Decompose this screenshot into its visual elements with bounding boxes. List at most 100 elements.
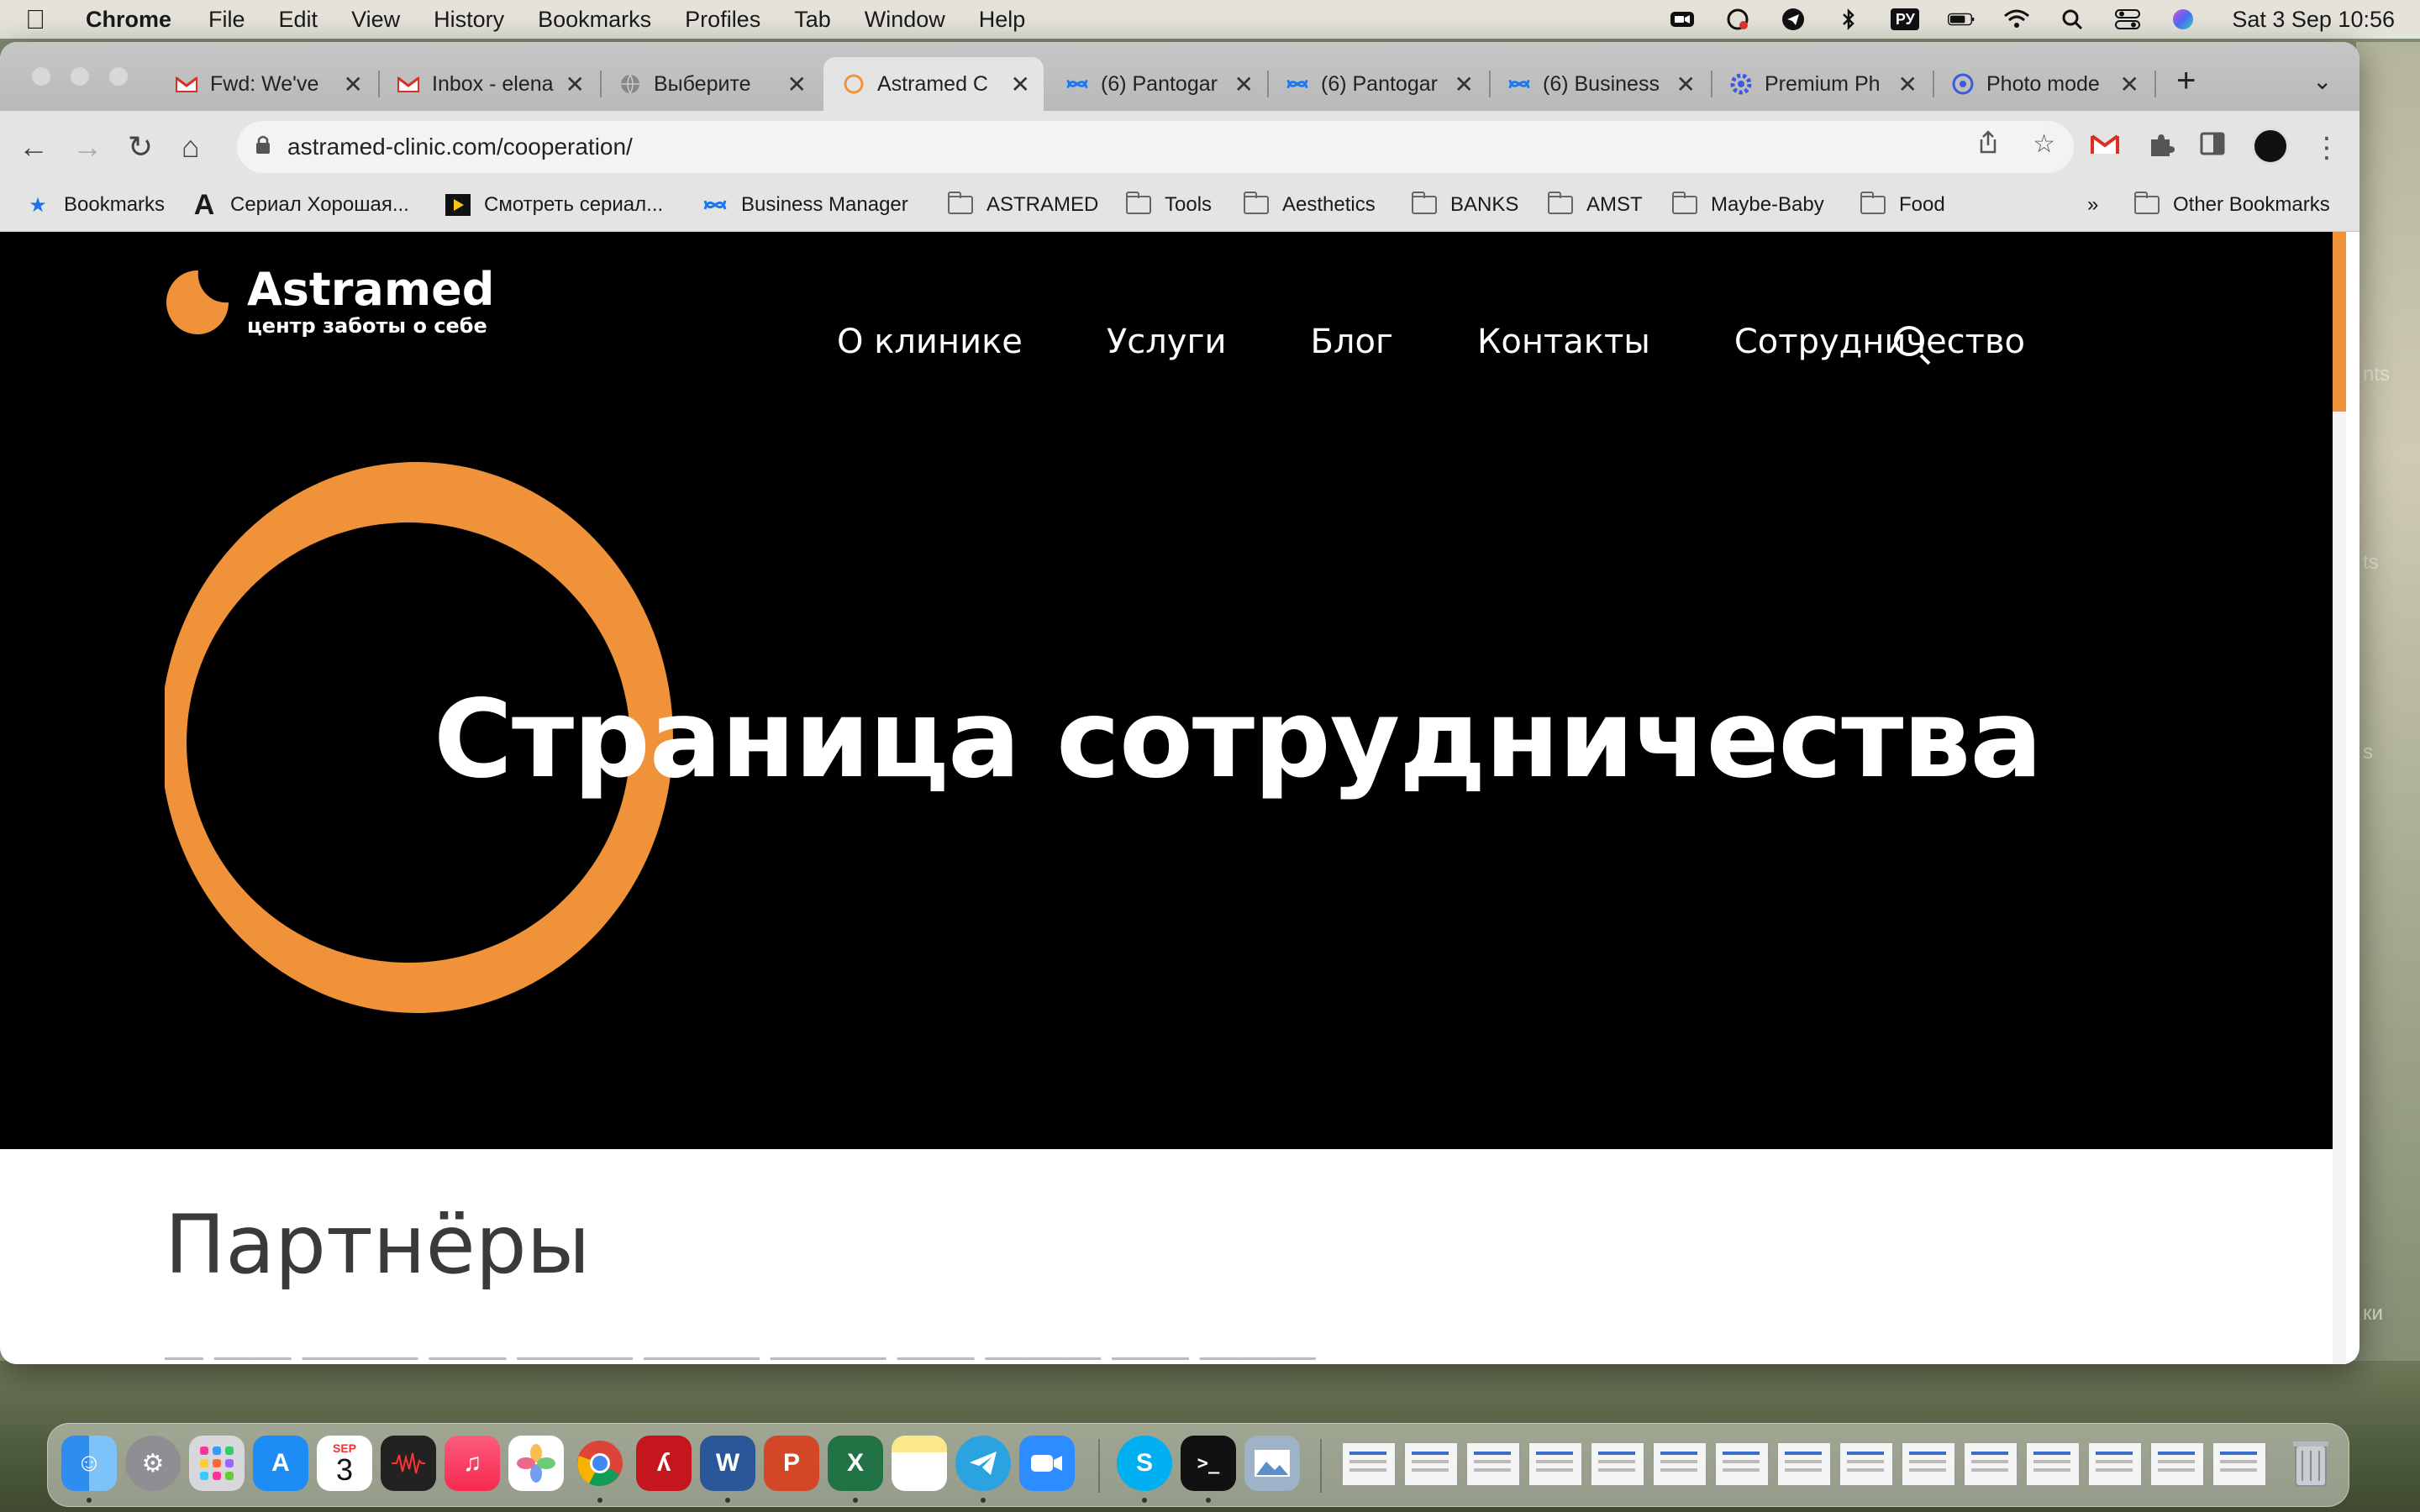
- forward-arrow-icon[interactable]: →: [72, 129, 103, 165]
- minimized-window-thumbnail[interactable]: [2026, 1442, 2080, 1486]
- close-window-button[interactable]: [32, 67, 50, 86]
- extensions-puzzle-icon[interactable]: [2148, 131, 2175, 165]
- side-panel-icon[interactable]: [2200, 131, 2225, 162]
- music-icon[interactable]: ♫: [445, 1436, 500, 1491]
- nav-contacts[interactable]: Контакты: [1477, 323, 1650, 361]
- app-store-icon[interactable]: A: [253, 1436, 308, 1491]
- close-tab-icon[interactable]: ✕: [1011, 71, 1030, 98]
- minimized-window-thumbnail[interactable]: [1528, 1442, 1582, 1486]
- terminal-icon[interactable]: >_: [1181, 1436, 1236, 1491]
- launchpad-icon[interactable]: [189, 1436, 245, 1491]
- acrobat-icon[interactable]: ʎ: [636, 1436, 692, 1491]
- close-tab-icon[interactable]: ✕: [787, 71, 807, 98]
- siri-icon[interactable]: [2170, 8, 2196, 30]
- tab-pantogar-1[interactable]: (6) Pantogar ✕: [1047, 57, 1267, 111]
- minimized-window-thumbnail[interactable]: [1653, 1442, 1707, 1486]
- tab-pantogar-2[interactable]: (6) Pantogar ✕: [1267, 57, 1487, 111]
- keyboard-layout-indicator[interactable]: РУ: [1891, 8, 1920, 30]
- trash-icon[interactable]: [2283, 1436, 2338, 1491]
- back-arrow-icon[interactable]: ←: [18, 129, 49, 165]
- close-tab-icon[interactable]: ✕: [1234, 71, 1254, 98]
- excel-icon[interactable]: X: [828, 1436, 883, 1491]
- nav-services[interactable]: Услуги: [1107, 323, 1227, 361]
- minimized-window-thumbnail[interactable]: [2150, 1442, 2204, 1486]
- close-tab-icon[interactable]: ✕: [344, 71, 363, 98]
- bookmark-item[interactable]: ★ Bookmarks: [25, 193, 165, 217]
- menu-help[interactable]: Help: [979, 7, 1026, 33]
- tab-premium[interactable]: Premium Ph ✕: [1711, 57, 1931, 111]
- lock-icon[interactable]: [255, 134, 271, 160]
- bookmark-folder-maybe-baby[interactable]: Maybe-Baby: [1672, 192, 1824, 217]
- spotlight-search-icon[interactable]: [2059, 8, 2086, 30]
- bookmark-folder-amst[interactable]: AMST: [1548, 192, 1643, 217]
- chrome-menu-icon[interactable]: ⋮: [2312, 131, 2341, 165]
- close-tab-icon[interactable]: ✕: [566, 71, 585, 98]
- apple-menu-icon[interactable]: : [25, 4, 67, 35]
- control-center-icon[interactable]: [2114, 8, 2141, 30]
- tab-photo-mode[interactable]: Photo mode ✕: [1933, 57, 2153, 111]
- minimized-window-thumbnail[interactable]: [1902, 1442, 1955, 1486]
- minimized-window-thumbnail[interactable]: [2212, 1442, 2266, 1486]
- calendar-icon[interactable]: SEP 3: [317, 1436, 372, 1491]
- bookmarks-overflow-button[interactable]: »: [2087, 193, 2098, 217]
- photos-icon[interactable]: [508, 1436, 564, 1491]
- site-logo[interactable]: Astramed центр заботы о себе: [165, 265, 494, 338]
- bookmark-folder-tools[interactable]: Tools: [1126, 192, 1212, 217]
- site-search-icon[interactable]: [1894, 326, 1924, 356]
- menu-file[interactable]: File: [208, 7, 245, 33]
- menu-tab[interactable]: Tab: [794, 7, 831, 33]
- minimized-window-thumbnail[interactable]: [1777, 1442, 1831, 1486]
- nav-about[interactable]: О клинике: [837, 323, 1023, 361]
- zoom-app-icon[interactable]: [1019, 1436, 1075, 1491]
- tab-inbox[interactable]: Inbox - elena ✕: [378, 57, 598, 111]
- menu-edit[interactable]: Edit: [279, 7, 318, 33]
- menu-profiles[interactable]: Profiles: [685, 7, 760, 33]
- minimize-window-button[interactable]: [71, 67, 89, 86]
- word-icon[interactable]: W: [700, 1436, 755, 1491]
- tab-fwd[interactable]: Fwd: We've ✕: [156, 57, 376, 111]
- bookmark-star-icon[interactable]: ☆: [2033, 129, 2055, 161]
- battery-icon[interactable]: [1948, 8, 1975, 30]
- minimized-window-thumbnail[interactable]: [1839, 1442, 1893, 1486]
- wifi-icon[interactable]: [2003, 8, 2030, 30]
- bluetooth-icon[interactable]: [1835, 8, 1862, 31]
- zoom-icon[interactable]: [1669, 8, 1696, 30]
- system-preferences-icon[interactable]: ⚙: [125, 1436, 181, 1491]
- minimized-window-thumbnail[interactable]: [1404, 1442, 1458, 1486]
- tab-business[interactable]: (6) Business ✕: [1489, 57, 1709, 111]
- close-tab-icon[interactable]: ✕: [1676, 71, 1696, 98]
- scrollbar-thumb[interactable]: [2333, 232, 2346, 412]
- bookmark-folder-aesthetics[interactable]: Aesthetics: [1244, 192, 1376, 217]
- address-bar[interactable]: astramed-clinic.com/cooperation/ ☆: [237, 121, 2074, 173]
- minimized-window-thumbnail[interactable]: [1591, 1442, 1644, 1486]
- profile-avatar[interactable]: [2252, 128, 2289, 165]
- home-icon[interactable]: ⌂: [182, 129, 200, 165]
- tab-search-chevron-icon[interactable]: ⌄: [2312, 67, 2332, 95]
- bookmark-folder-astramed[interactable]: ASTRAMED: [948, 192, 1098, 217]
- close-tab-icon[interactable]: ✕: [1455, 71, 1474, 98]
- close-tab-icon[interactable]: ✕: [2120, 71, 2139, 98]
- minimized-window-thumbnail[interactable]: [1715, 1442, 1769, 1486]
- bookmark-item[interactable]: Business Manager: [702, 193, 908, 217]
- menu-bookmarks[interactable]: Bookmarks: [538, 7, 651, 33]
- skype-icon[interactable]: S: [1117, 1436, 1172, 1491]
- creative-cloud-icon[interactable]: [1724, 8, 1751, 30]
- notes-icon[interactable]: [892, 1436, 947, 1491]
- chrome-icon[interactable]: [572, 1436, 628, 1491]
- menu-view[interactable]: View: [351, 7, 400, 33]
- minimized-window-thumbnail[interactable]: [1964, 1442, 2018, 1486]
- bookmark-item[interactable]: Смотреть сериал...: [445, 193, 663, 217]
- powerpoint-icon[interactable]: P: [764, 1436, 819, 1491]
- minimized-window-thumbnail[interactable]: [1342, 1442, 1396, 1486]
- bookmark-folder-food[interactable]: Food: [1860, 192, 1945, 217]
- minimized-window-thumbnail[interactable]: [1466, 1442, 1520, 1486]
- zoom-window-button[interactable]: [109, 67, 128, 86]
- menu-app-name[interactable]: Chrome: [86, 7, 171, 33]
- nav-cooperation[interactable]: Сотрудничество: [1734, 323, 2025, 361]
- voice-memos-icon[interactable]: [381, 1436, 436, 1491]
- telegram-status-icon[interactable]: [1780, 8, 1807, 30]
- menu-clock[interactable]: Sat 3 Sep 10:56: [2232, 7, 2395, 33]
- other-bookmarks-folder[interactable]: Other Bookmarks: [2134, 192, 2330, 217]
- bookmark-folder-banks[interactable]: BANKS: [1412, 192, 1518, 217]
- new-tab-button[interactable]: +: [2176, 62, 2196, 100]
